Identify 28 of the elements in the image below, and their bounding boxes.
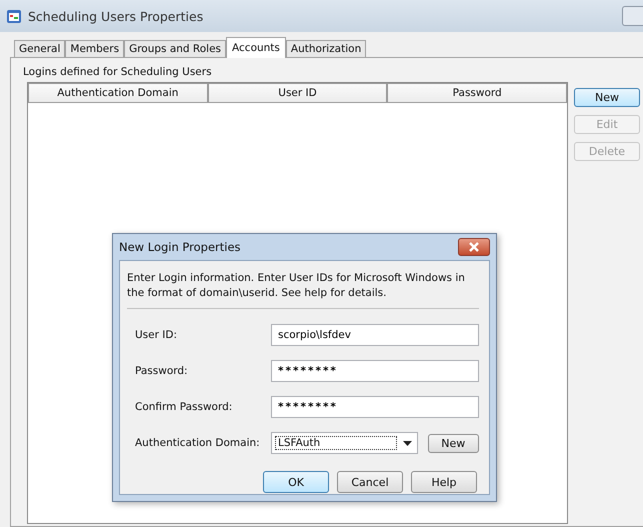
side-button[interactable]: New [574,88,640,107]
field-label: Confirm Password: [134,401,234,413]
dialog-title: New Login Properties [119,240,241,254]
column-header[interactable]: User ID [208,83,388,103]
password-field[interactable]: ******** [271,360,479,382]
tab[interactable]: Authorization [286,40,366,57]
tab[interactable]: General [14,40,66,57]
description-text: Enter Login information. Enter User IDs for Microsoft Windows in the format of domain\userid. See help for details. [127,271,466,301]
group-title: Logins defined for Scheduling Users [23,66,213,78]
field-label: User ID: [134,329,178,341]
dropdown-arrow-icon [402,440,412,446]
field-label: Password: [134,365,189,377]
tab[interactable]: Accounts [226,37,286,58]
tab[interactable]: Groups and Roles [124,40,226,57]
domain-dropdown[interactable]: LSFAuth [271,432,418,454]
user-id-field[interactable]: scorpio\lsfdev [271,324,479,346]
password-field[interactable]: ******** [271,396,479,418]
dialog-button[interactable]: Cancel [337,471,403,493]
field-label: Authentication Domain: [134,437,261,449]
close-icon [468,242,480,252]
dialog-button[interactable]: Help [411,471,477,493]
window-title: Scheduling Users Properties [28,8,204,24]
dialog-button[interactable]: OK [263,471,329,493]
tab[interactable]: Members [65,40,124,57]
column-header[interactable]: Password [387,83,568,103]
new-button[interactable]: New [428,434,479,452]
column-header[interactable]: Authentication Domain [28,83,208,103]
app-icon [6,8,22,24]
